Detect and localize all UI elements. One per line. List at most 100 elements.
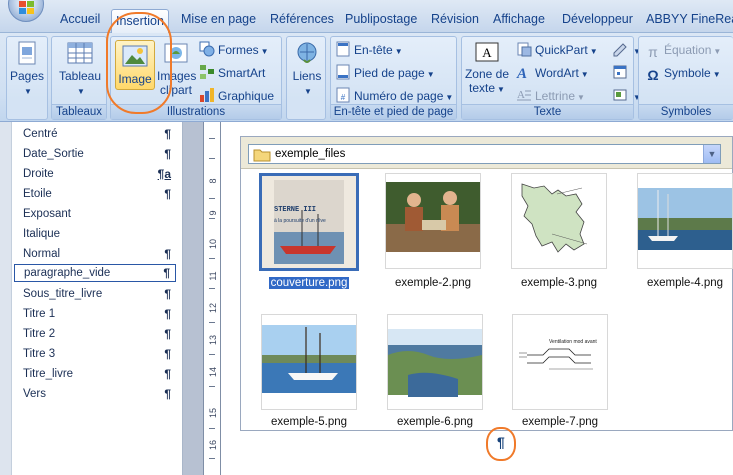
text-box-icon: A bbox=[475, 42, 499, 62]
style-pane-scrollbar[interactable] bbox=[0, 122, 12, 475]
thumbnail-exemple-2[interactable] bbox=[385, 173, 481, 269]
chevron-down-icon: ▼ bbox=[426, 70, 435, 79]
chevron-down-icon: ▼ bbox=[712, 70, 721, 79]
pages-icon bbox=[18, 41, 36, 65]
group-liens: Liens ▼ bbox=[286, 36, 326, 120]
cover-subtitle: à la poursuite d'un rêve bbox=[274, 218, 326, 224]
tab-references[interactable]: Références bbox=[266, 8, 338, 33]
folder-icon bbox=[253, 149, 271, 162]
thumbnail-exemple-4[interactable] bbox=[637, 173, 733, 269]
thumbnail-caption[interactable]: couverture.png bbox=[254, 276, 364, 290]
group-tableaux: Tableau ▼ Tableaux bbox=[51, 36, 107, 120]
liens-button[interactable]: Liens ▼ bbox=[289, 41, 325, 99]
wordart-icon: A bbox=[516, 66, 527, 80]
header-icon bbox=[336, 41, 350, 57]
style-row[interactable]: Titre 1 ¶ bbox=[14, 305, 176, 323]
chevron-down-icon: ▼ bbox=[77, 87, 85, 96]
thumbnail-caption[interactable]: exemple-2.png bbox=[378, 276, 488, 290]
chevron-down-icon: ▼ bbox=[589, 47, 598, 56]
tab-accueil[interactable]: Accueil bbox=[56, 8, 104, 33]
thumbnail-couverture[interactable]: STERNE III à la poursuite d'un rêve bbox=[259, 173, 359, 271]
omega-icon: Ω bbox=[647, 67, 659, 83]
office-logo-icon bbox=[19, 1, 34, 14]
chevron-down-icon: ▼ bbox=[497, 85, 505, 94]
annotation-circle-image bbox=[106, 12, 172, 114]
shapes-icon bbox=[199, 41, 215, 57]
smartart-button[interactable]: SmartArt bbox=[199, 64, 265, 82]
wordart-button[interactable]: A WordArt ▼ bbox=[516, 64, 589, 82]
link-icon bbox=[297, 42, 317, 63]
tableau-button[interactable]: Tableau ▼ bbox=[54, 41, 106, 99]
cover-title: STERNE III bbox=[274, 206, 317, 214]
thumbnail-caption[interactable]: exemple-3.png bbox=[504, 276, 614, 290]
zone-de-texte-button[interactable]: A Zone de texte ▼ bbox=[464, 41, 510, 97]
thumbnail-exemple-7[interactable]: Ventilation mod avant bbox=[512, 314, 608, 410]
style-row[interactable]: Exposant bbox=[14, 205, 176, 223]
thumbnail-exemple-6[interactable] bbox=[387, 314, 483, 410]
group-entete-pied: En-tête ▼ Pied de page ▼ # Numéro de page ▼ … bbox=[330, 36, 457, 120]
style-row[interactable]: Titre 3 ¶ bbox=[14, 345, 176, 363]
date-time-button[interactable] bbox=[612, 64, 631, 82]
map-image bbox=[512, 174, 606, 268]
thumbnail-exemple-5[interactable] bbox=[261, 314, 357, 410]
style-row[interactable]: Titre_livre ¶ bbox=[14, 365, 176, 383]
tab-affichage[interactable]: Affichage bbox=[489, 8, 549, 33]
photo-coast-image bbox=[388, 315, 482, 409]
tab-abbyy-finereader[interactable]: ABBYY FineReade bbox=[642, 8, 733, 33]
group-label-entete: En-tête et pied de page bbox=[331, 104, 456, 119]
table-icon bbox=[67, 42, 93, 64]
symbole-button[interactable]: Ω Symbole ▼ bbox=[645, 64, 721, 83]
style-row-selected[interactable]: paragraphe_vide ¶ bbox=[14, 264, 176, 282]
style-row[interactable]: Centré ¶ bbox=[14, 125, 176, 143]
tab-developpeur[interactable]: Développeur bbox=[558, 8, 637, 33]
pied-de-page-button[interactable]: Pied de page ▼ bbox=[335, 64, 435, 82]
thumbnail-caption[interactable]: exemple-7.png bbox=[505, 415, 615, 429]
chevron-down-icon: ▼ bbox=[24, 87, 32, 96]
chevron-down-icon[interactable]: ▼ bbox=[703, 145, 720, 163]
style-row[interactable]: Etoile ¶ bbox=[14, 185, 176, 203]
document-page-image bbox=[513, 315, 607, 409]
folder-combo[interactable]: exemple_files ▼ bbox=[248, 144, 721, 164]
svg-text:#: # bbox=[341, 93, 346, 102]
group-label-symboles: Symboles bbox=[639, 104, 733, 119]
doc-title: Ventilation mod avant bbox=[549, 339, 597, 345]
svg-text:A: A bbox=[482, 45, 492, 60]
thumbnail-caption[interactable]: exemple-6.png bbox=[380, 415, 490, 429]
tab-mise-en-page[interactable]: Mise en page bbox=[177, 8, 260, 33]
entete-button[interactable]: En-tête ▼ bbox=[335, 41, 403, 59]
group-texte: A Zone de texte ▼ QuickPart ▼ A WordArt ▼ A Le… bbox=[461, 36, 641, 120]
signature-line-button[interactable]: ▼ bbox=[612, 41, 641, 59]
browser-toolbar: exemple_files ▼ bbox=[241, 137, 732, 169]
chevron-down-icon: ▼ bbox=[260, 47, 269, 56]
style-row[interactable]: Italique bbox=[14, 225, 176, 243]
thumbnail-caption[interactable]: exemple-5.png bbox=[254, 415, 364, 429]
thumbnail-caption[interactable]: exemple-4.png bbox=[630, 276, 733, 290]
style-row[interactable]: Titre 2 ¶ bbox=[14, 325, 176, 343]
style-row[interactable]: Date_Sortie ¶ bbox=[14, 145, 176, 163]
style-row[interactable]: Droite ¶a bbox=[14, 165, 176, 183]
pages-button[interactable]: Pages ▼ bbox=[10, 41, 44, 99]
style-row[interactable]: Normal ¶ bbox=[14, 245, 176, 263]
style-row[interactable]: Vers ¶ bbox=[14, 385, 176, 403]
numero-de-page-button[interactable]: # Numéro de page ▼ bbox=[335, 87, 453, 105]
group-pages: Pages ▼ bbox=[6, 36, 48, 120]
group-symboles: π Équation ▼ Ω Symbole ▼ Symboles bbox=[638, 36, 733, 120]
tab-revision[interactable]: Révision bbox=[427, 8, 483, 33]
equation-button[interactable]: π Équation ▼ bbox=[645, 41, 721, 60]
style-row[interactable]: Sous_titre_livre ¶ bbox=[14, 285, 176, 303]
vertical-ruler[interactable]: 8 9 10 11 12 13 14 15 16 bbox=[203, 122, 221, 475]
lettrine-button[interactable]: A Lettrine ▼ bbox=[516, 87, 585, 105]
smartart-icon bbox=[200, 65, 214, 79]
photo-people-image bbox=[386, 174, 480, 268]
formes-button[interactable]: Formes ▼ bbox=[199, 41, 269, 59]
office-button[interactable] bbox=[8, 0, 44, 22]
group-label-tableaux: Tableaux bbox=[52, 104, 106, 119]
page-number-icon: # bbox=[336, 87, 350, 103]
graphique-button[interactable]: Graphique bbox=[199, 87, 274, 105]
quickpart-button[interactable]: QuickPart ▼ bbox=[516, 41, 598, 59]
thumbnail-exemple-3[interactable] bbox=[511, 173, 607, 269]
chevron-down-icon: ▼ bbox=[445, 93, 454, 102]
tab-publipostage[interactable]: Publipostage bbox=[341, 8, 421, 33]
insert-object-button[interactable]: ▼ bbox=[612, 87, 641, 105]
chevron-down-icon: ▼ bbox=[394, 47, 403, 56]
